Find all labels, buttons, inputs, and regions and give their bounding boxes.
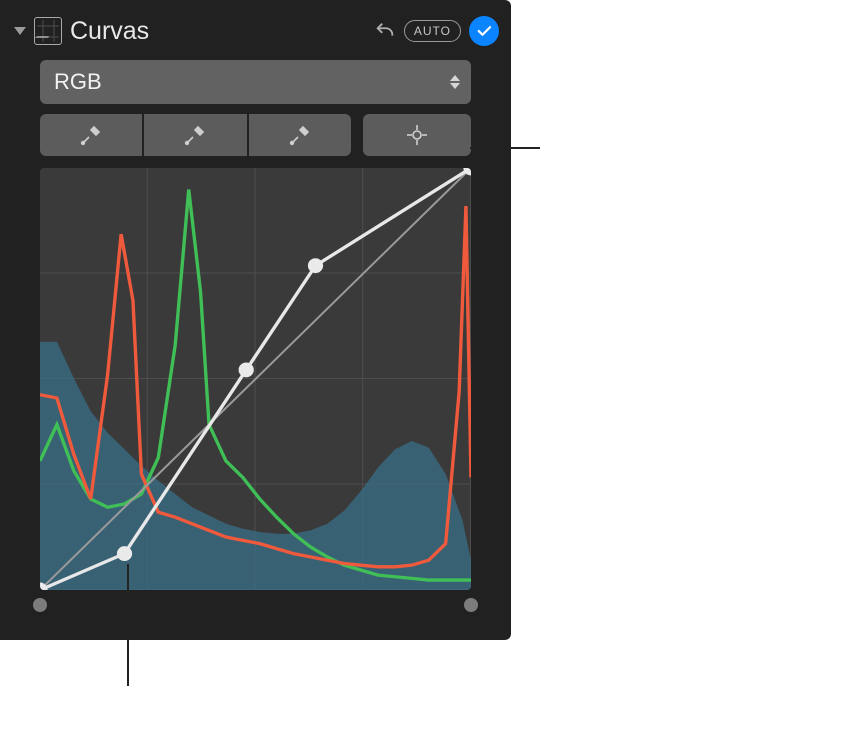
eyedropper-group	[40, 114, 351, 156]
histogram-svg	[40, 168, 471, 590]
enable-toggle[interactable]	[469, 16, 499, 46]
channel-select-value: RGB	[54, 69, 445, 95]
eyedropper-white-button[interactable]	[249, 114, 351, 156]
callout-line	[470, 147, 540, 149]
add-point-button[interactable]	[363, 114, 471, 156]
callout-line	[127, 564, 129, 686]
curves-graph[interactable]	[40, 168, 471, 590]
white-range-handle[interactable]	[464, 598, 478, 612]
disclosure-triangle-icon[interactable]	[14, 27, 26, 35]
curve-point[interactable]	[308, 258, 323, 273]
tool-row	[40, 114, 471, 156]
curves-panel: Curvas AUTO RGB	[0, 0, 511, 640]
channel-select[interactable]: RGB	[40, 60, 471, 104]
undo-icon[interactable]	[374, 20, 396, 42]
eyedropper-gray-button[interactable]	[144, 114, 246, 156]
auto-button[interactable]: AUTO	[404, 20, 461, 42]
section-title: Curvas	[70, 17, 366, 46]
curves-icon	[34, 17, 62, 45]
chevron-up-icon	[450, 75, 460, 81]
curves-header: Curvas AUTO	[0, 10, 511, 52]
stepper-icon	[445, 75, 465, 89]
black-range-handle[interactable]	[33, 598, 47, 612]
curves-body: RGB	[0, 52, 511, 590]
eyedropper-black-button[interactable]	[40, 114, 142, 156]
curve-point[interactable]	[117, 546, 132, 561]
curve-point[interactable]	[239, 362, 254, 377]
chevron-down-icon	[450, 83, 460, 89]
